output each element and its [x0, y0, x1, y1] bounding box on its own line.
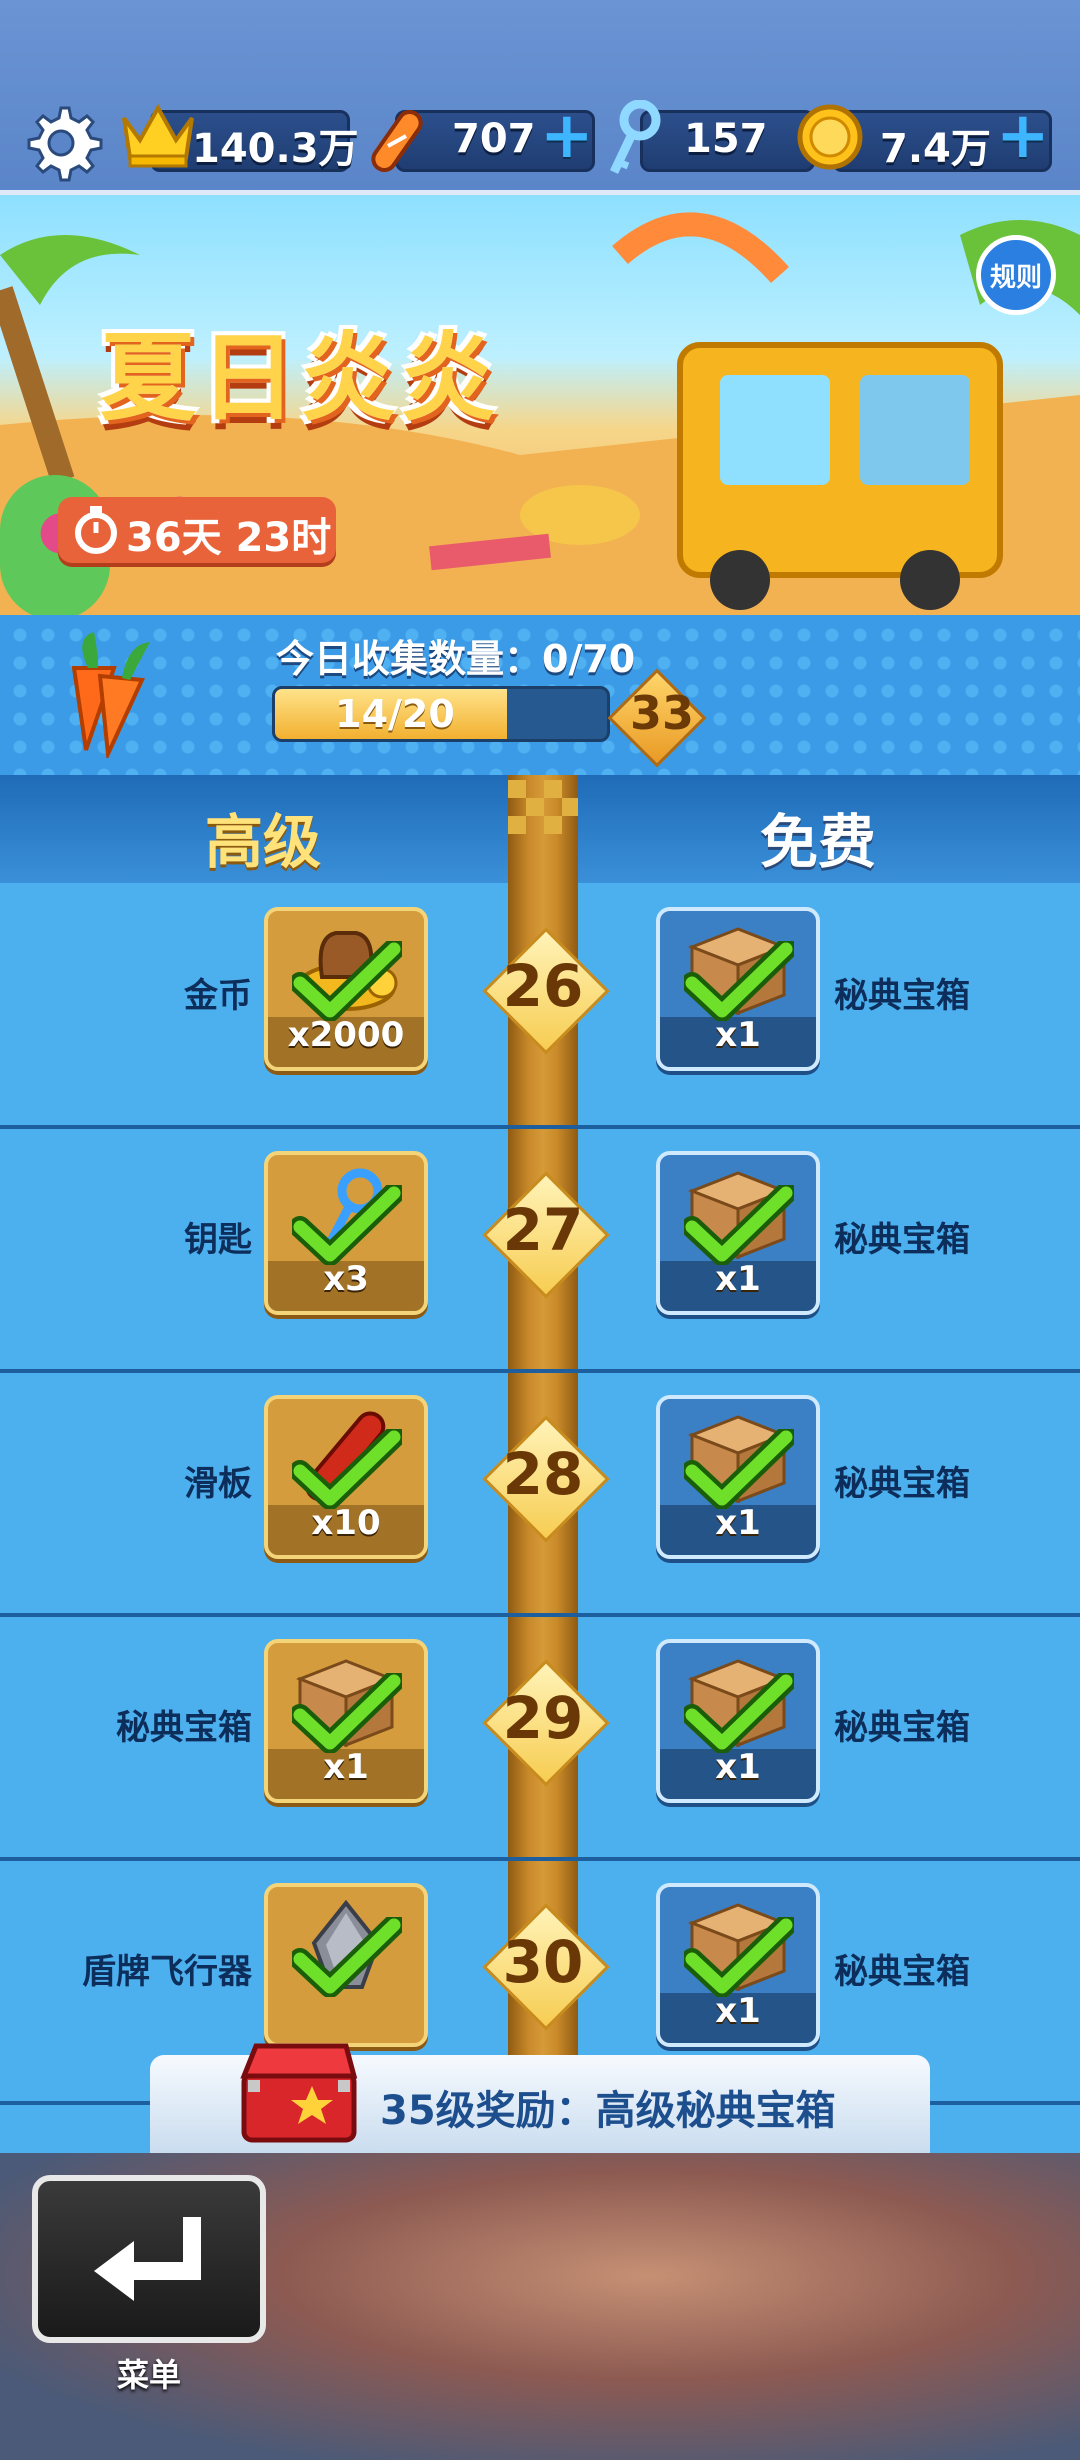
crown-icon	[118, 100, 198, 174]
row-divider	[0, 1857, 1080, 1861]
menu-button[interactable]	[32, 2175, 266, 2343]
free-reward-tile[interactable]: x1	[656, 1883, 820, 2047]
premium-reward-name: 盾牌飞行器	[82, 1952, 252, 1992]
free-reward-qty: x1	[715, 1503, 761, 1543]
check-icon	[292, 1673, 402, 1753]
premium-reward-tile[interactable]: x1	[264, 1639, 428, 1803]
free-reward-tile[interactable]: x1	[656, 1639, 820, 1803]
check-icon	[684, 941, 794, 1021]
premium-reward-name: 滑板	[184, 1464, 252, 1504]
check-icon	[292, 1185, 402, 1265]
crown-count: 140.3万	[192, 126, 359, 172]
premium-reward-tile[interactable]: x2000	[264, 907, 428, 1071]
level-number: 29	[502, 1684, 584, 1752]
check-icon	[292, 1429, 402, 1509]
free-reward-qty: x1	[715, 1015, 761, 1055]
rules-button[interactable]: 规则	[976, 235, 1056, 315]
free-reward-qty: x1	[715, 1991, 761, 2031]
level-number: 26	[502, 952, 584, 1020]
free-reward-tile[interactable]: x1	[656, 1151, 820, 1315]
free-reward-name: 秘典宝箱	[834, 1220, 970, 1260]
free-reward-tile[interactable]: x1	[656, 907, 820, 1071]
premium-reward-qty: x10	[311, 1503, 381, 1543]
progress-text: 14/20	[335, 692, 455, 736]
premium-chest-icon	[236, 2040, 366, 2154]
free-reward-qty: x1	[715, 1259, 761, 1299]
premium-reward-name: 钥匙	[184, 1220, 252, 1260]
check-icon	[684, 1673, 794, 1753]
stopwatch-icon	[70, 504, 122, 560]
premium-reward-tile[interactable]	[264, 1883, 428, 2047]
free-reward-name: 秘典宝箱	[834, 1708, 970, 1748]
free-reward-name: 秘典宝箱	[834, 976, 970, 1016]
premium-reward-name: 秘典宝箱	[116, 1708, 252, 1748]
checkered-flag	[508, 780, 578, 834]
free-reward-name: 秘典宝箱	[834, 1952, 970, 1992]
coin-icon	[795, 102, 865, 176]
check-icon	[684, 1429, 794, 1509]
menu-label: 菜单	[116, 2356, 181, 2394]
row-divider	[0, 1125, 1080, 1129]
check-icon	[684, 1185, 794, 1265]
skateboard-count: 707	[452, 116, 536, 162]
add-coins-button[interactable]: +	[996, 104, 1050, 168]
free-reward-tile[interactable]: x1	[656, 1395, 820, 1559]
check-icon	[292, 941, 402, 1021]
premium-reward-tile[interactable]: x10	[264, 1395, 428, 1559]
key-icon	[600, 99, 670, 184]
current-level: 33	[629, 686, 694, 740]
premium-reward-qty: x2000	[287, 1015, 405, 1055]
premium-reward-name: 金币	[184, 976, 252, 1016]
row-divider	[0, 1613, 1080, 1617]
daily-collect-label: 今日收集数量：0/70	[276, 637, 636, 681]
premium-reward-qty: x3	[323, 1259, 369, 1299]
free-header-label: 免费	[760, 808, 877, 876]
check-icon	[292, 1917, 402, 1997]
level-number: 30	[502, 1928, 584, 1996]
free-reward-name: 秘典宝箱	[834, 1464, 970, 1504]
free-reward-qty: x1	[715, 1747, 761, 1787]
premium-reward-qty: x1	[323, 1747, 369, 1787]
progress-bar: 14/20	[272, 686, 610, 742]
check-icon	[684, 1917, 794, 1997]
level-number: 27	[502, 1196, 584, 1264]
key-count: 157	[684, 116, 768, 162]
row-divider	[0, 1369, 1080, 1373]
coin-count: 7.4万	[880, 126, 991, 172]
carrot-icon	[38, 628, 168, 762]
skateboard-icon	[362, 106, 432, 180]
premium-header-label: 高级	[205, 808, 322, 876]
premium-reward-tile[interactable]: x3	[264, 1151, 428, 1315]
event-title: 夏日炎炎	[100, 322, 500, 434]
gear-icon[interactable]	[18, 100, 104, 186]
add-skateboard-button[interactable]: +	[540, 104, 594, 168]
level-number: 28	[502, 1440, 584, 1508]
timer-text: 36天 23时	[126, 515, 332, 561]
return-arrow-icon	[94, 2217, 201, 2301]
level-35-reward-text: 35级奖励：高级秘典宝箱	[380, 2088, 836, 2134]
